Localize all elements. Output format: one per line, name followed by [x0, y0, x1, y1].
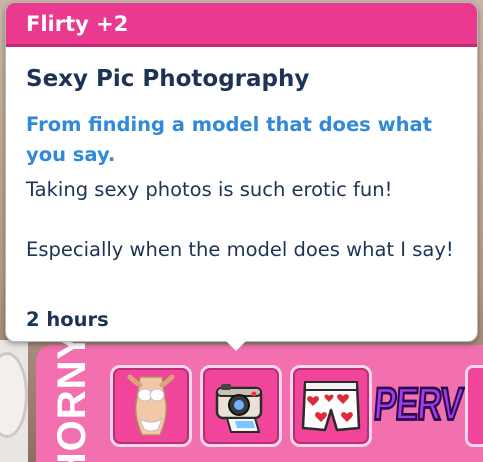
- moodlet-slot-partial[interactable]: [465, 365, 483, 447]
- camera-icon: [215, 384, 263, 433]
- lingerie-body-icon: [127, 374, 175, 436]
- moodlet-slot-boxers[interactable]: [290, 365, 372, 447]
- tooltip-description: Taking sexy photos is such erotic fun! E…: [26, 175, 471, 265]
- heart-boxers-icon: [301, 381, 361, 432]
- tooltip-pointer: [224, 339, 248, 351]
- moodlet-slot-camera[interactable]: [200, 365, 282, 447]
- moodlet-strip-label: HORNY: [50, 331, 95, 462]
- description-line: Especially when the model does what I sa…: [26, 238, 454, 261]
- tooltip-header: Flirty +2: [6, 3, 477, 47]
- tooltip-duration: 2 hours: [26, 308, 109, 331]
- tooltip-title: Sexy Pic Photography: [26, 66, 310, 92]
- description-line: Taking sexy photos is such erotic fun!: [26, 178, 393, 201]
- perv-badge-text: PERV: [370, 378, 464, 432]
- tooltip-cause: From finding a model that does what you …: [26, 113, 432, 166]
- emotion-label: Flirty +2: [26, 12, 129, 36]
- game-scene: HORNY PERV Flirty +2 Sexy Pic Photograph…: [0, 0, 483, 462]
- moodlet-tooltip: Flirty +2 Sexy Pic Photography From find…: [5, 2, 478, 342]
- moodlet-slot-lingerie[interactable]: [110, 365, 192, 447]
- perv-badge[interactable]: PERV: [370, 370, 464, 440]
